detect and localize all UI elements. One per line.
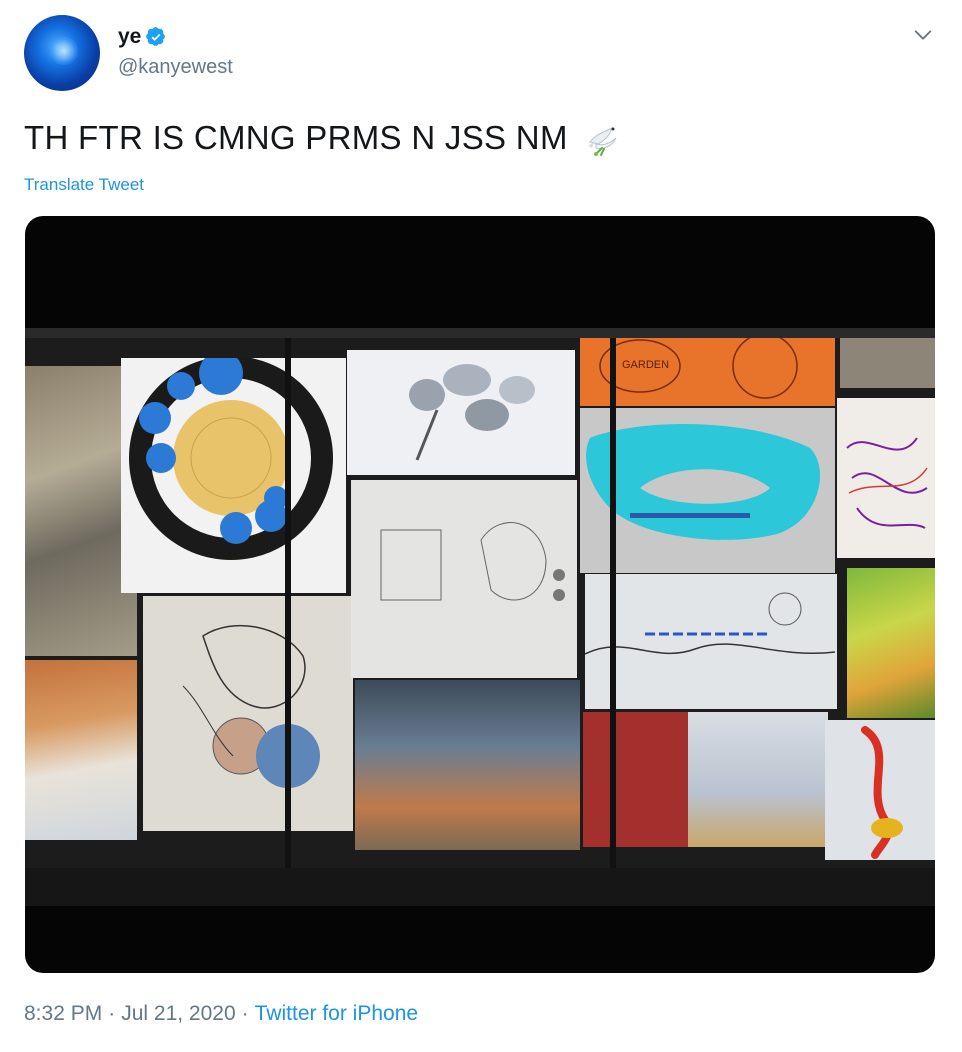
render-panel	[347, 350, 575, 475]
verified-badge-icon	[146, 27, 166, 46]
tweet-date[interactable]: Jul 21, 2020	[121, 1002, 235, 1026]
red-panel	[583, 712, 688, 847]
sketch-panel-1	[143, 596, 353, 831]
drawing-panel	[351, 480, 577, 678]
translate-tweet-link[interactable]: Translate Tweet	[24, 175, 144, 195]
monitor-bezel-2	[610, 328, 616, 888]
tweet-body: TH FTR IS CMNG PRMS N JSS NM	[24, 118, 622, 158]
tweet-meta: 8:32 PM · Jul 21, 2020 · Twitter for iPh…	[24, 1002, 418, 1026]
red-ribbon-panel	[825, 720, 935, 860]
canyon-photo-panel	[25, 660, 137, 840]
monitor-screen: GARDEN	[25, 328, 935, 906]
chevron-down-icon[interactable]	[912, 24, 934, 46]
landscape-panel	[847, 568, 935, 718]
line-sketch-panel	[585, 574, 837, 709]
monitor-top-edge	[25, 328, 935, 338]
tweet-photo[interactable]: GARDEN	[25, 216, 935, 973]
dove-icon	[587, 127, 617, 156]
meta-separator: ·	[241, 1002, 249, 1025]
monitor-bottom-edge	[25, 868, 935, 906]
monitor-bezel-1	[285, 328, 291, 868]
teal-sculpture-panel	[580, 408, 835, 573]
tweet-time[interactable]: 8:32 PM	[24, 1002, 102, 1026]
desert-render-panel	[688, 712, 828, 847]
dome-plan-panel	[121, 358, 346, 593]
display-name[interactable]: ye	[118, 25, 141, 49]
avatar[interactable]	[24, 15, 100, 91]
user-handle[interactable]: @kanyewest	[118, 56, 233, 79]
tweet-source-link[interactable]: Twitter for iPhone	[255, 1002, 418, 1026]
meta-separator: ·	[108, 1002, 116, 1025]
garden-sketch-panel: GARDEN	[580, 336, 835, 406]
tweet-text: TH FTR IS CMNG PRMS N JSS NM	[24, 119, 568, 156]
fire-photo-panel	[355, 680, 580, 850]
garden-note: GARDEN	[622, 359, 669, 371]
scribble-panel	[837, 398, 935, 558]
